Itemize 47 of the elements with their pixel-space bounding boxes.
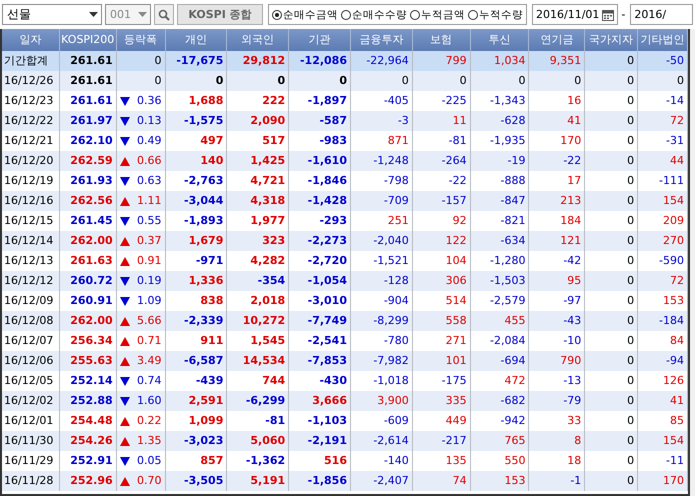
change-value: 0 — [154, 53, 162, 69]
change-value: 1.35 — [137, 433, 162, 449]
calendar-icon — [602, 8, 614, 20]
change-value: 0.55 — [137, 213, 162, 229]
end-date-field[interactable]: 2016/ — [630, 4, 693, 25]
change-value: 0.71 — [137, 333, 162, 349]
search-button[interactable] — [154, 4, 174, 25]
value-cell: -2,407 — [350, 471, 413, 491]
change-value: 0.13 — [137, 113, 162, 129]
change-value: 0.19 — [137, 273, 162, 289]
change-value: 0.74 — [137, 373, 162, 389]
change-value: 0.22 — [137, 413, 162, 429]
date-separator: - — [621, 8, 626, 21]
change-value: 0.63 — [137, 173, 162, 189]
change-value: 0 — [154, 73, 162, 89]
change-value: 0.49 — [137, 133, 162, 149]
mode-radio[interactable]: 누적금액 — [410, 8, 465, 22]
mode-radio[interactable]: 순매수수량 — [341, 8, 407, 22]
change-value: 0.91 — [137, 253, 162, 269]
mode-radio[interactable]: 누적수량 — [468, 8, 523, 22]
value-cell: -1,856 — [289, 471, 351, 491]
change-value: 0.37 — [137, 233, 162, 249]
value-cell: 74 — [412, 471, 471, 491]
index-button[interactable]: KOSPI 종합 — [177, 4, 263, 25]
value-cell: 0 — [585, 471, 638, 491]
value-cell: 153 — [470, 471, 530, 491]
value-cell: -1 — [529, 471, 586, 491]
start-date-field[interactable]: 2016/11/01 — [532, 4, 618, 25]
value-cell: 170 — [638, 471, 688, 491]
mode-radio[interactable]: 순매수금액 — [272, 8, 338, 22]
market-dropdown[interactable]: 선물 — [2, 4, 102, 25]
search-icon — [158, 8, 170, 20]
dropdown-arrow-icon — [138, 12, 147, 17]
change-value: 0.66 — [137, 153, 162, 169]
change-value: 1.09 — [137, 293, 162, 309]
change-value: 0.70 — [137, 473, 162, 489]
date-cell: 16/11/28 — [2, 471, 60, 491]
dropdown-arrow-icon — [89, 12, 98, 17]
change-value: 5.66 — [137, 313, 162, 329]
index-cell: 252.96 — [60, 471, 117, 491]
change-value: 0.36 — [137, 93, 162, 109]
change-value: 3.49 — [137, 353, 162, 369]
change-value: 1.60 — [137, 393, 162, 409]
value-cell: -3,505 — [166, 471, 228, 491]
change-value: 0.05 — [137, 453, 162, 469]
change-value: 1.11 — [137, 193, 162, 209]
value-cell: 5,191 — [227, 471, 290, 491]
